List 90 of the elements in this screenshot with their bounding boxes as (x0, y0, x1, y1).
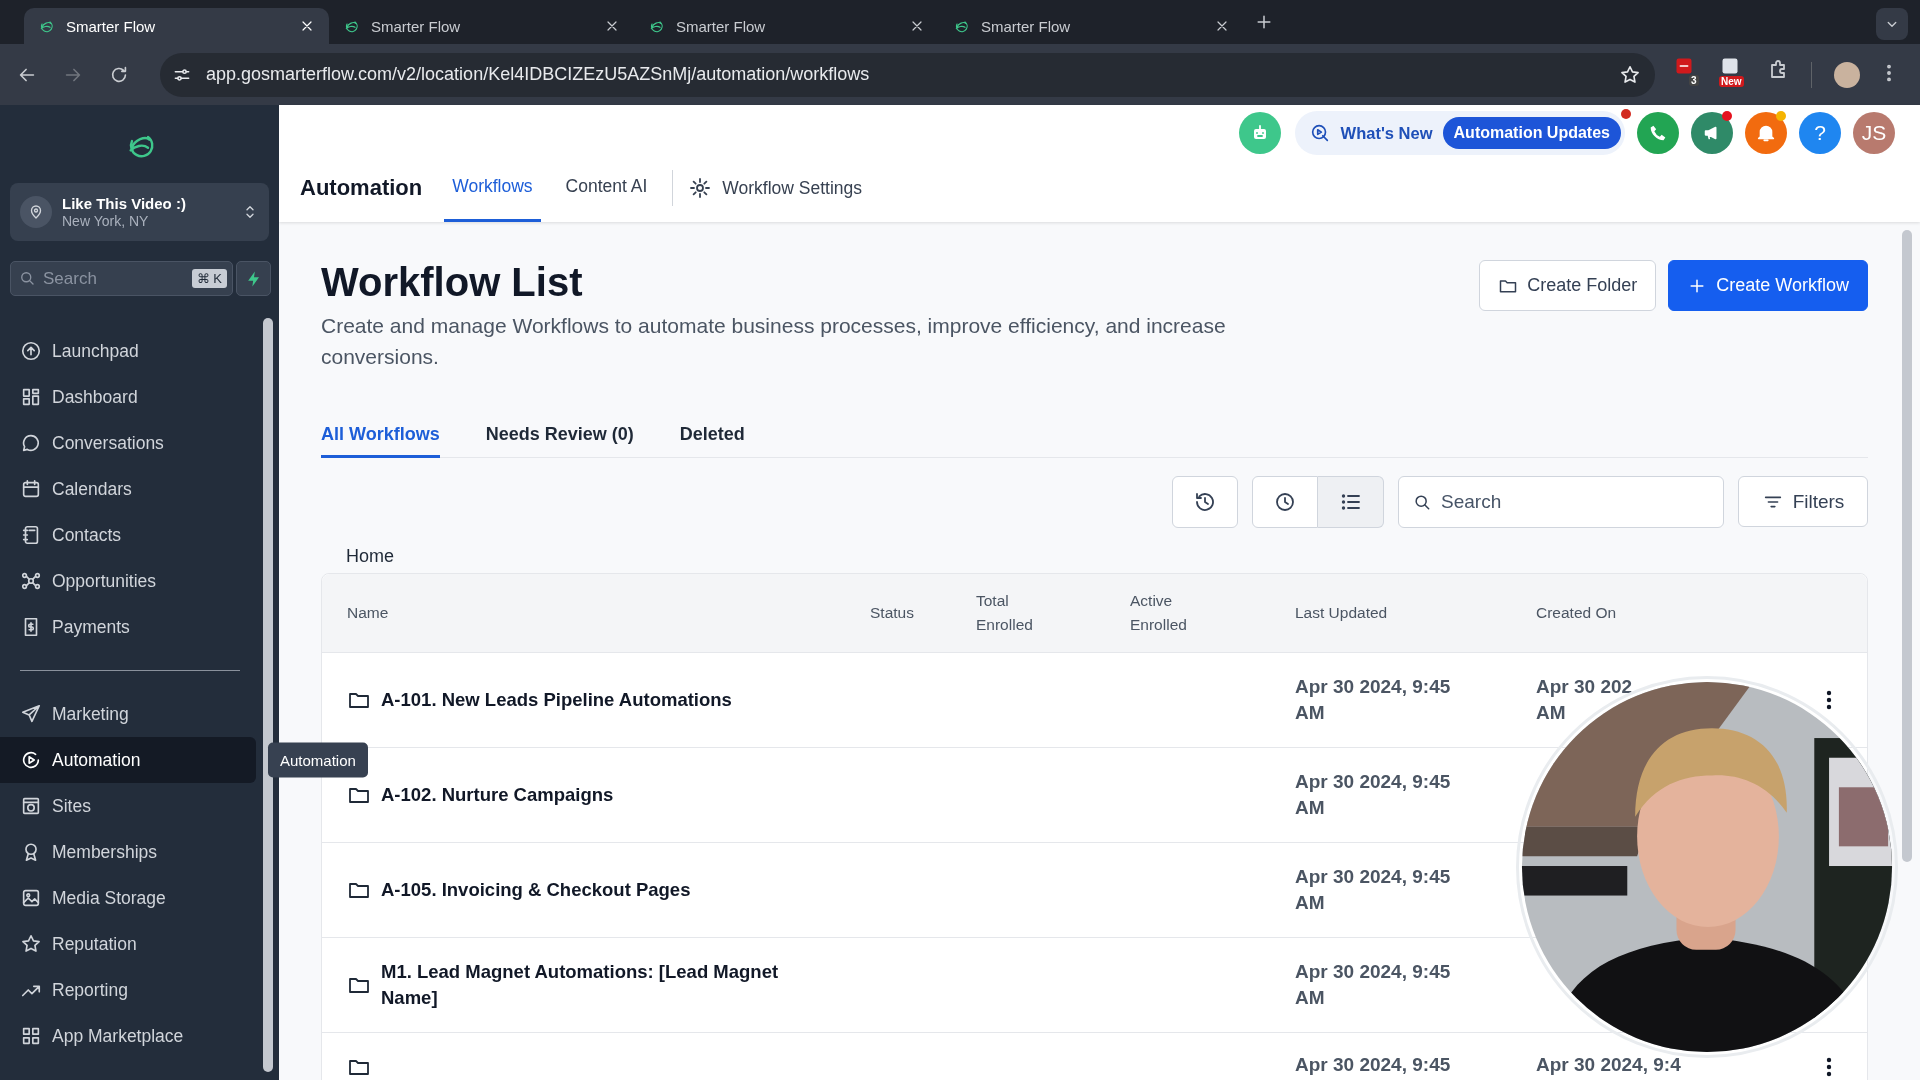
heading: Workflow List (321, 260, 584, 304)
nav-tab[interactable]: Content AI (557, 154, 656, 222)
nav-item[interactable]: Dashboard (0, 374, 256, 420)
nav-item[interactable]: Reporting (0, 967, 256, 1013)
create-folder-button[interactable]: Create Folder (1479, 260, 1657, 311)
nav-tab[interactable]: Workflows (444, 154, 541, 222)
megaphone-button[interactable] (1691, 112, 1733, 154)
chat-bubble-icon (20, 432, 42, 454)
avatar-initials: JS (1861, 121, 1887, 145)
nav-item[interactable]: Conversations (0, 420, 256, 466)
browser-tab[interactable]: Smarter Flow (24, 8, 329, 44)
column-header: Last Updated (1295, 603, 1389, 623)
clock-icon (1273, 490, 1297, 514)
nav-item[interactable]: Media Storage (0, 875, 256, 921)
folder-name[interactable]: A-105. Invoicing & Checkout Pages (381, 877, 691, 903)
folder-name[interactable]: A-101. New Leads Pipeline Automations (381, 687, 732, 713)
nav-item[interactable]: Payments (0, 604, 256, 650)
column-header: Status (870, 603, 914, 623)
column-header: Active Enrolled (1130, 591, 1188, 635)
location-city: New York, NY (62, 213, 150, 229)
date-cell: Apr 30 2024, 9:45 (1295, 1055, 1451, 1075)
address-bar[interactable]: app.gosmarterflow.com/v2/location/Kel4IDBCIZEzU5AZSnMj/automation/workflows (160, 52, 1655, 97)
help-button[interactable]: ? (1799, 112, 1841, 154)
bookmark-star-icon[interactable] (1619, 63, 1641, 86)
search-icon (1412, 492, 1432, 512)
play-circle-icon (20, 749, 42, 771)
date-cell: Apr 30 2024, 9:4 (1536, 1055, 1681, 1075)
date-cell-text: Apr 30 2024, 9:45 AM (1295, 865, 1451, 915)
list-tab[interactable]: Needs Review (0) (485, 416, 634, 458)
history-icon (1193, 490, 1217, 514)
extension-icon[interactable] (1675, 56, 1693, 75)
phone-button[interactable] (1637, 112, 1679, 154)
shortcut-hint: ⌘ K (191, 269, 227, 288)
website-icon (20, 795, 42, 817)
view-button[interactable] (1172, 476, 1238, 528)
view-button[interactable] (1318, 476, 1384, 528)
help-label: ? (1814, 121, 1826, 145)
bell-button[interactable] (1745, 112, 1787, 154)
extension-badge: 3 (1689, 74, 1699, 86)
scrollbar[interactable] (1902, 230, 1912, 862)
calendar-icon (20, 478, 42, 500)
paper-plane-icon (20, 703, 42, 725)
workflow-settings-link[interactable]: Workflow Settings (688, 154, 863, 222)
folder-name[interactable]: A-102. Nurture Campaigns (381, 782, 614, 808)
location-name: Like This Video :) (62, 195, 187, 212)
quick-action-button[interactable] (236, 261, 271, 296)
location-switcher[interactable]: Like This Video :) New York, NY (10, 183, 269, 241)
arrow-circle-icon (20, 340, 42, 362)
filters-button[interactable]: Filters (1738, 476, 1868, 527)
nav-item[interactable]: Contacts (0, 512, 256, 558)
search-icon (18, 269, 36, 287)
browser-tab[interactable]: Smarter Flow (939, 8, 1244, 44)
date-cell-text: Apr 30 2024, 9:45 AM (1295, 675, 1451, 725)
date-cell-text: Apr 30 2024, 9:45 AM (1295, 770, 1451, 820)
page-title: Automation (300, 174, 423, 202)
tooltip: Automation (268, 742, 368, 778)
dashboard-icon (20, 386, 42, 408)
column-header: Name (347, 603, 390, 623)
scrollbar[interactable] (263, 318, 273, 1072)
folder-name[interactable]: M1. Lead Magnet Automations: [Lead Magnet Name] (381, 959, 781, 1011)
nav-item[interactable]: Opportunities (0, 558, 256, 604)
date-cell-text: Apr 30 2024, 9:45 AM (1295, 960, 1451, 1010)
settings-icon (688, 176, 713, 200)
apps-grid-icon (20, 1025, 42, 1047)
whats-new-label: What's New (1340, 123, 1433, 143)
nav-item[interactable]: App Marketplace (0, 1013, 256, 1059)
list-tab[interactable]: Deleted (679, 416, 745, 458)
browser-tab[interactable]: Smarter Flow (329, 8, 634, 44)
star-icon (20, 933, 42, 955)
view-button[interactable] (1252, 476, 1318, 528)
tab-list-button[interactable] (1876, 8, 1908, 40)
date-cell-text: Apr 30 202 AM (1536, 675, 1633, 725)
nav-item[interactable]: Memberships (0, 829, 256, 875)
description: Create and manage Workflows to automate business processes, improve efficiency, and increase conversions. (321, 313, 1227, 370)
extension-badge: New (1719, 75, 1744, 87)
column-header: Created On (1536, 603, 1618, 623)
image-icon (20, 887, 42, 909)
nav-item[interactable]: Reputation (0, 921, 256, 967)
list-tab[interactable]: All Workflows (321, 416, 440, 458)
breadcrumb[interactable]: Home (346, 546, 394, 566)
profile-avatar[interactable] (1834, 61, 1860, 88)
nav-item[interactable]: Calendars (0, 466, 256, 512)
nav-item[interactable]: Sites (0, 783, 256, 829)
extension-icon[interactable] (1721, 56, 1739, 75)
nav-item[interactable]: Marketing (0, 691, 256, 737)
column-header: Total Enrolled (976, 591, 1034, 635)
create-workflow-button[interactable]: Create Workflow (1668, 260, 1868, 311)
browser-tab[interactable]: Smarter Flow (634, 8, 939, 44)
nav-item[interactable]: Launchpad (0, 328, 256, 374)
network-icon (20, 570, 42, 592)
